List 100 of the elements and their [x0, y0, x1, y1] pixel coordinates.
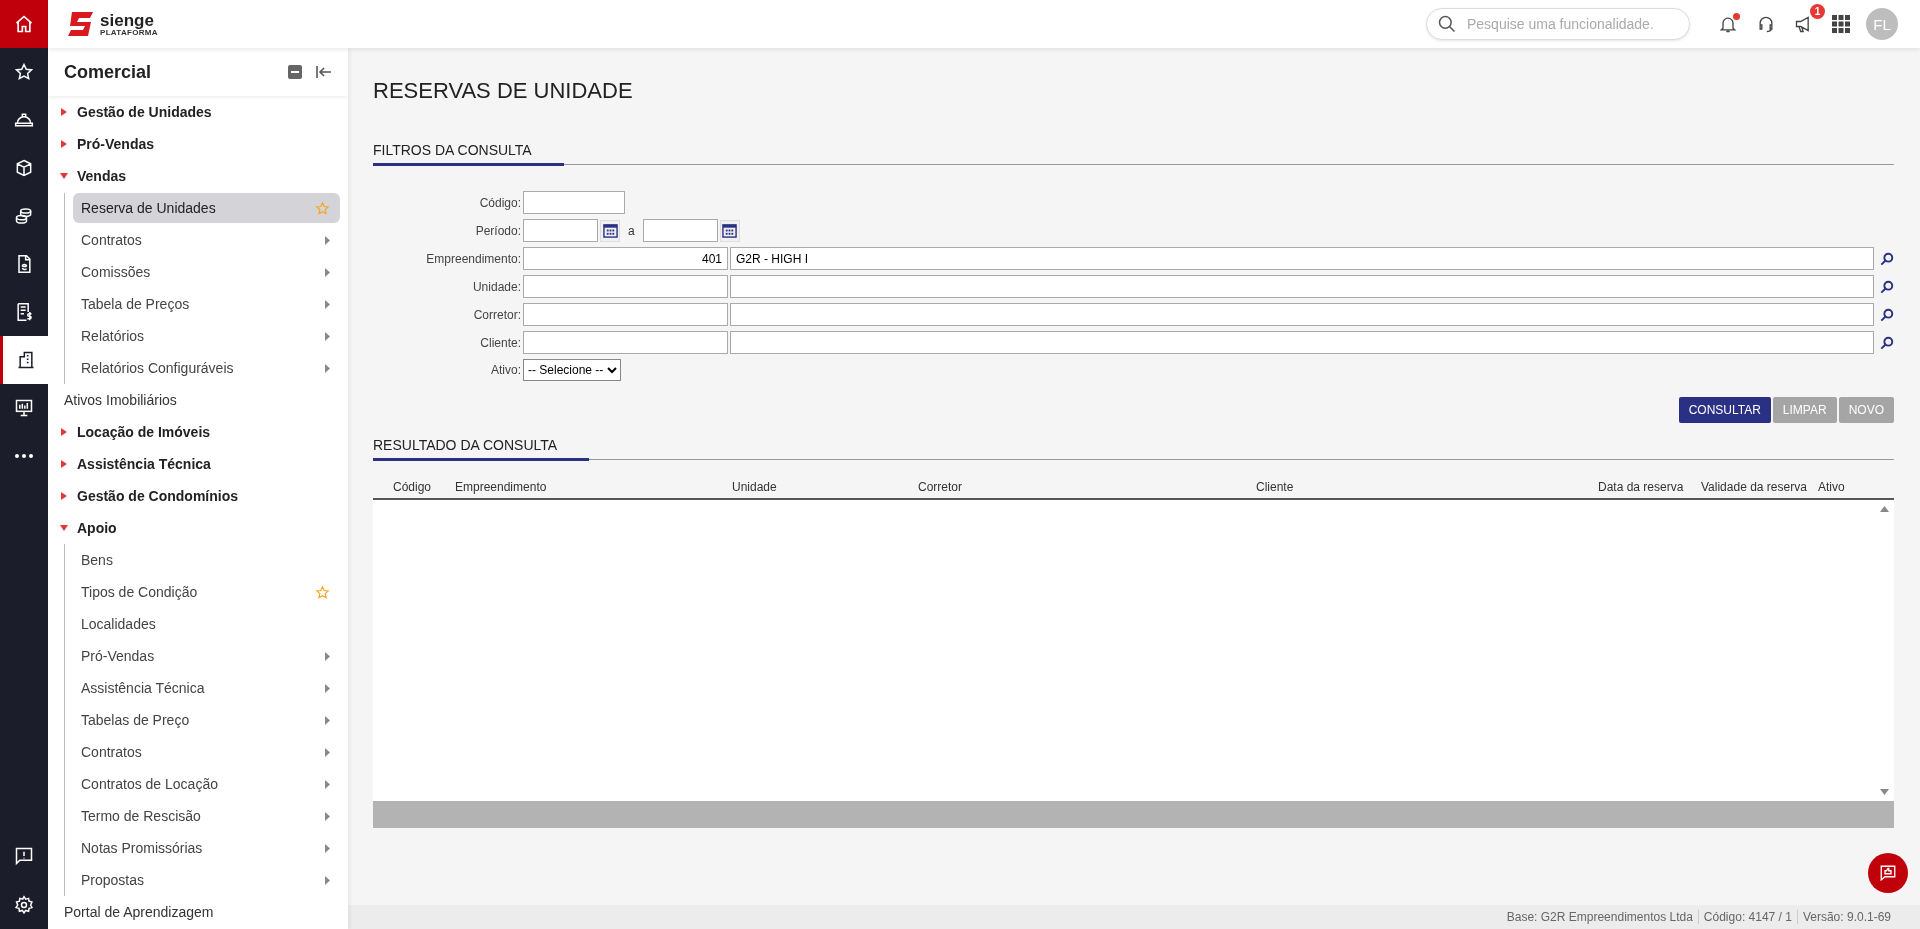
- chat-icon: [1879, 864, 1897, 882]
- submenu-item[interactable]: Comissões: [73, 256, 340, 288]
- search-icon: [1880, 279, 1894, 294]
- scroll-down-icon[interactable]: [1880, 789, 1889, 795]
- feedback-icon: [14, 845, 34, 866]
- caret-icon: [61, 108, 67, 116]
- column-header[interactable]: Ativo: [1812, 480, 1892, 494]
- column-header[interactable]: Código: [373, 480, 449, 494]
- column-header[interactable]: Corretor: [912, 480, 1250, 494]
- submenu-item[interactable]: Contratos: [73, 224, 340, 256]
- menu-group[interactable]: Gestão de Condomínios: [48, 480, 348, 512]
- home-icon: [14, 14, 34, 34]
- sidebar-title: Comercial: [64, 61, 153, 83]
- collapse-all-button[interactable]: [288, 65, 302, 79]
- description-field[interactable]: [730, 303, 1874, 326]
- section-heading: RESULTADO DA CONSULTA: [373, 437, 590, 461]
- chat-button[interactable]: [1868, 853, 1908, 893]
- submenu-item[interactable]: Tipos de Condição: [73, 576, 340, 608]
- caret-icon: [61, 460, 67, 468]
- description-field[interactable]: [730, 275, 1874, 298]
- submenu-item[interactable]: Notas Promissórias: [73, 832, 340, 864]
- menu-group[interactable]: Gestão de Unidades: [48, 96, 348, 128]
- search-icon: [1880, 251, 1894, 266]
- input-field[interactable]: [523, 191, 625, 214]
- collapse-arrow-icon: [316, 66, 332, 78]
- calendar-icon: [602, 223, 618, 238]
- submenu-item[interactable]: Termo de Rescisão: [73, 800, 340, 832]
- notification-badge: 1: [1810, 4, 1825, 19]
- settings-icon: [14, 894, 34, 915]
- code-field[interactable]: [523, 275, 728, 298]
- field-label: Unidade:: [471, 279, 522, 294]
- monitor-chart-icon: [14, 398, 34, 418]
- column-header[interactable]: Cliente: [1250, 480, 1592, 494]
- submenu-item[interactable]: Tabela de Preços: [73, 288, 340, 320]
- search-icon: [1437, 14, 1457, 34]
- search-field[interactable]: Pesquise uma funcionalidade.: [1426, 8, 1690, 40]
- column-header[interactable]: Unidade: [726, 480, 912, 494]
- status-text: Código: 4147 / 1: [1697, 910, 1797, 924]
- submenu-item[interactable]: Bens: [73, 544, 340, 576]
- submenu-item[interactable]: Contratos de Locação: [73, 768, 340, 800]
- box-icon: [14, 158, 34, 178]
- logo-mark-icon: [67, 11, 94, 37]
- caret-icon: [61, 140, 67, 148]
- section-heading: FILTROS DA CONSULTA: [373, 142, 564, 166]
- column-header[interactable]: Validade da reserva: [1695, 480, 1812, 494]
- status-text: Versão: 9.0.1-69: [1796, 910, 1896, 924]
- menu-item[interactable]: Ativos Imobiliários: [48, 384, 348, 416]
- logo-wordmark: sienge: [100, 11, 155, 29]
- more-icon: [14, 453, 34, 459]
- apps-button[interactable]: [1830, 13, 1852, 35]
- submenu-item[interactable]: Reserva de Unidades: [73, 193, 340, 223]
- page-title: RESERVAS DE UNIDADE: [373, 78, 634, 104]
- invoice-icon: [14, 302, 34, 322]
- date-field[interactable]: [523, 219, 598, 242]
- field-label: Empreendimento:: [425, 251, 522, 266]
- field-label: Corretor:: [472, 307, 522, 322]
- submenu-item[interactable]: Contratos: [73, 736, 340, 768]
- menu-group[interactable]: Vendas: [48, 160, 348, 192]
- hide-sidebar-button[interactable]: [316, 66, 332, 78]
- submenu-item[interactable]: Tabelas de Preço: [73, 704, 340, 736]
- caret-icon: [60, 525, 68, 531]
- column-header[interactable]: Empreendimento: [449, 480, 726, 494]
- code-field[interactable]: [523, 303, 728, 326]
- submenu-item[interactable]: Relatórios Configuráveis: [73, 352, 340, 384]
- column-header[interactable]: Data da reserva: [1592, 480, 1695, 494]
- calendar-button[interactable]: [719, 219, 740, 242]
- menu-item[interactable]: Portal de Aprendizagem: [48, 896, 348, 928]
- minus-icon: [288, 65, 302, 79]
- caret-icon: [61, 492, 67, 500]
- caret-icon: [61, 428, 67, 436]
- apps-grid-icon: [1832, 15, 1850, 33]
- calendar-button[interactable]: [600, 219, 620, 242]
- menu-group[interactable]: Pró-Vendas: [48, 128, 348, 160]
- status-text: Base: G2R Empreendimentos Ltda: [1505, 910, 1694, 924]
- code-field[interactable]: 401: [523, 247, 728, 270]
- menu-group[interactable]: Locação de Imóveis: [48, 416, 348, 448]
- submenu-item[interactable]: Pró-Vendas: [73, 640, 340, 672]
- date-field[interactable]: [642, 219, 718, 242]
- action-button[interactable]: CONSULTAR: [1678, 397, 1771, 423]
- search-icon: [1880, 307, 1894, 322]
- field-label: Período:: [474, 223, 522, 238]
- description-field[interactable]: [730, 331, 1874, 354]
- menu-group[interactable]: Assistência Técnica: [48, 448, 348, 480]
- coins-icon: [14, 206, 34, 226]
- rail-commercial-button[interactable]: [0, 336, 48, 384]
- star-icon: [14, 62, 34, 82]
- range-separator: a: [628, 223, 635, 238]
- dropdown[interactable]: -- Selecione --: [523, 359, 621, 381]
- submenu-item[interactable]: Relatórios: [73, 320, 340, 352]
- field-label: Cliente:: [479, 335, 522, 350]
- submenu-item[interactable]: Localidades: [73, 608, 340, 640]
- logo[interactable]: sienge PLATAFORMA: [67, 11, 158, 37]
- scroll-up-icon[interactable]: [1880, 506, 1889, 512]
- description-field[interactable]: G2R - HIGH I: [730, 247, 1874, 270]
- submenu-item[interactable]: Propostas: [73, 864, 340, 896]
- submenu-item[interactable]: Assistência Técnica: [73, 672, 340, 704]
- search-icon: [1880, 335, 1894, 350]
- code-field[interactable]: [523, 331, 728, 354]
- field-label: Código:: [478, 195, 522, 210]
- menu-group[interactable]: Apoio: [48, 512, 348, 544]
